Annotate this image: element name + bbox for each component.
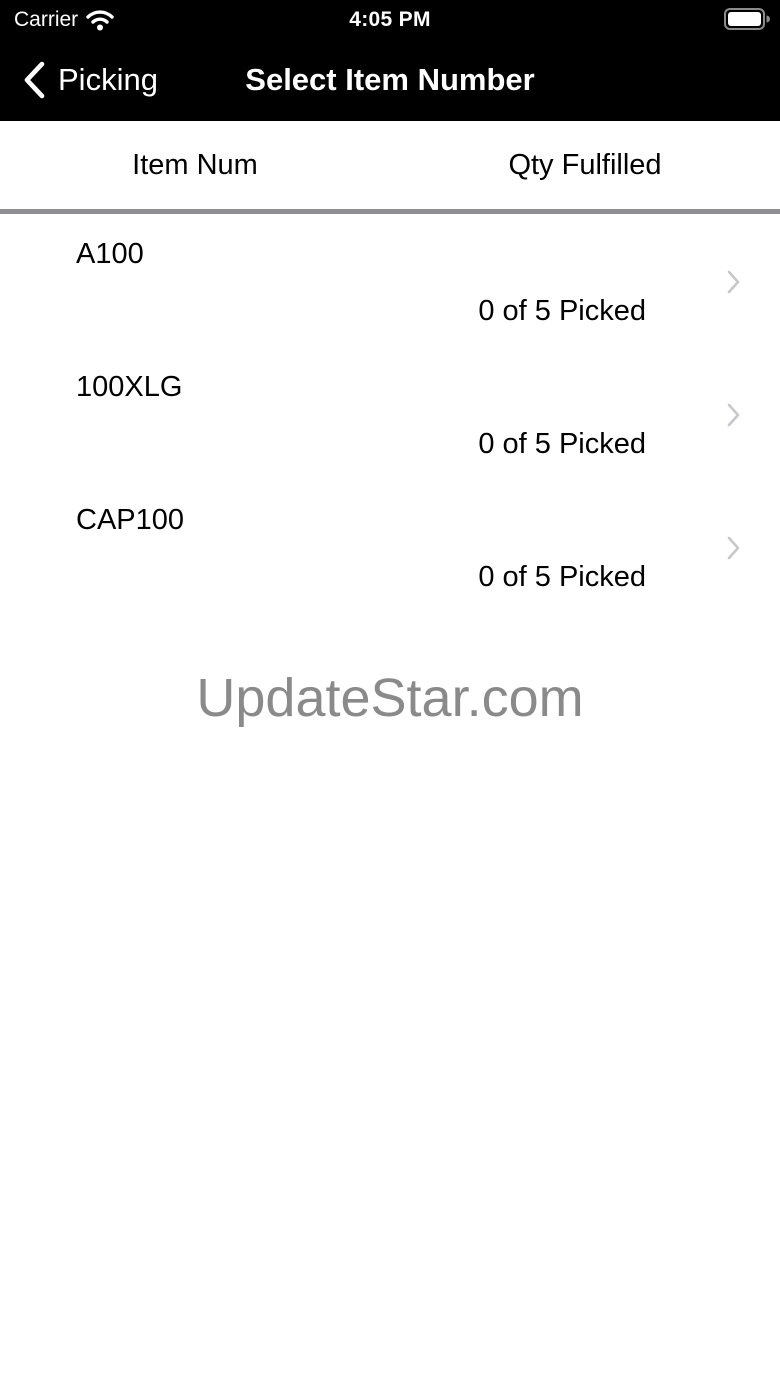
qty-fulfilled-column-header: Qty Fulfilled [508, 149, 662, 181]
item-number: A100 [76, 238, 144, 270]
navigation-bar: Picking Select Item Number [0, 40, 780, 121]
item-list: A100 0 of 5 Picked 100XLG 0 of 5 Picked … [0, 214, 780, 613]
qty-picked: 0 of 5 Picked [478, 561, 646, 593]
watermark: UpdateStar.com [196, 668, 584, 728]
status-bar: Carrier 4:05 PM [0, 0, 780, 40]
table-row[interactable]: A100 0 of 5 Picked [0, 214, 780, 347]
chevron-left-icon [22, 61, 46, 99]
item-number: CAP100 [76, 504, 185, 536]
qty-picked: 0 of 5 Picked [478, 428, 646, 460]
chevron-right-icon [726, 270, 740, 294]
table-row[interactable]: 100XLG 0 of 5 Picked [0, 347, 780, 480]
back-button[interactable]: Picking [22, 40, 158, 120]
back-button-label: Picking [58, 62, 158, 97]
status-time: 4:05 PM [349, 8, 431, 31]
table-row[interactable]: CAP100 0 of 5 Picked [0, 480, 780, 613]
item-number: 100XLG [76, 371, 183, 403]
chevron-right-icon [726, 403, 740, 427]
battery-icon [724, 8, 770, 30]
chevron-right-icon [726, 536, 740, 560]
qty-picked: 0 of 5 Picked [478, 295, 646, 327]
column-header: Item Num Qty Fulfilled [0, 121, 780, 209]
item-num-column-header: Item Num [132, 149, 258, 181]
